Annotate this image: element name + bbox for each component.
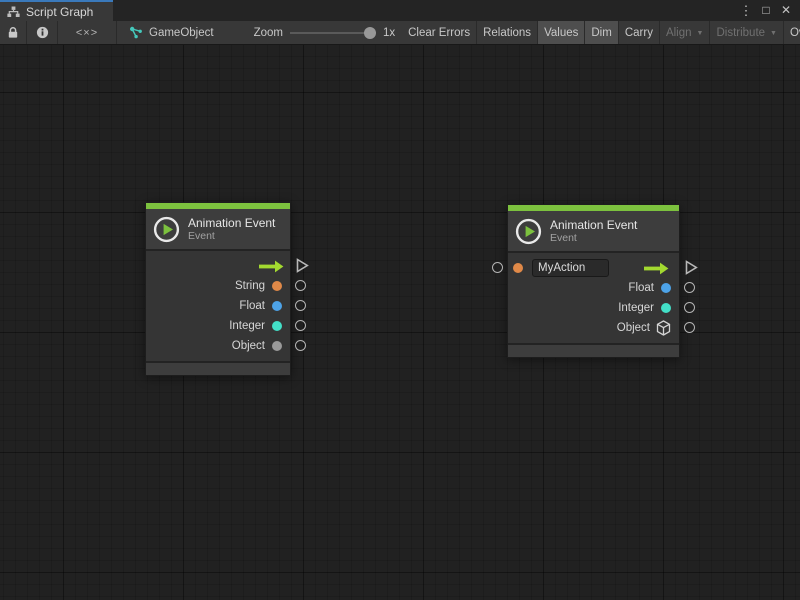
port-label: Integer xyxy=(618,302,654,314)
object-output-port[interactable] xyxy=(295,340,306,351)
float-port-dot xyxy=(661,283,671,293)
tab-strip: Script Graph ⋮ □ ✕ xyxy=(0,0,800,21)
code-view-button[interactable]: <×> xyxy=(58,21,116,44)
lock-button[interactable] xyxy=(0,21,26,44)
node-subtitle: Event xyxy=(550,232,637,244)
integer-port-dot xyxy=(661,303,671,313)
float-output-port[interactable] xyxy=(295,300,306,311)
float-output-port[interactable] xyxy=(684,282,695,293)
graph-canvas[interactable]: Animation Event Event String xyxy=(0,45,800,600)
port-label: Float xyxy=(239,300,265,312)
script-graph-window: Script Graph ⋮ □ ✕ <×> xyxy=(0,0,800,600)
node-footer xyxy=(146,363,290,375)
string-input-dot xyxy=(513,263,523,273)
node-body: String Float Integer Object xyxy=(146,251,290,361)
string-port-dot xyxy=(272,281,282,291)
port-row-object: Object xyxy=(508,318,679,338)
port-row-float: Float xyxy=(146,296,290,316)
cube-icon xyxy=(656,320,671,336)
port-label: Float xyxy=(628,282,654,294)
event-name-input[interactable] xyxy=(532,259,609,277)
string-input-port[interactable] xyxy=(492,262,503,273)
node-animation-event-2[interactable]: Animation Event Event Float xyxy=(507,204,680,358)
window-controls: ⋮ □ ✕ xyxy=(738,0,800,21)
port-row-float: Float xyxy=(508,278,679,298)
carry-toggle[interactable]: Carry xyxy=(619,21,659,44)
zoom-control: Zoom 1x xyxy=(254,21,396,44)
port-label: String xyxy=(235,280,265,292)
relations-button[interactable]: Relations xyxy=(477,21,537,44)
chevron-down-icon: ▼ xyxy=(697,30,704,37)
flow-arrow-icon xyxy=(258,260,284,273)
integer-output-port[interactable] xyxy=(295,320,306,331)
node-footer xyxy=(508,345,679,357)
distribute-label: Distribute xyxy=(716,27,765,39)
maximize-icon[interactable]: □ xyxy=(758,1,774,20)
port-row-integer: Integer xyxy=(146,316,290,336)
zoom-slider[interactable] xyxy=(290,32,376,34)
flow-port-triangle-icon xyxy=(296,258,309,273)
port-label: Object xyxy=(617,322,650,334)
dim-toggle[interactable]: Dim xyxy=(585,21,617,44)
object-port-dot xyxy=(272,341,282,351)
event-name-row xyxy=(508,258,679,278)
node-header[interactable]: Animation Event Event xyxy=(508,211,679,251)
hierarchy-graph-icon xyxy=(7,6,20,18)
node-animation-event-1[interactable]: Animation Event Event String xyxy=(145,202,291,376)
event-play-icon xyxy=(153,216,180,243)
event-play-icon xyxy=(515,218,542,245)
port-label: Object xyxy=(232,340,265,352)
node-body: Float Integer Object xyxy=(508,253,679,343)
flow-port-triangle-icon xyxy=(685,260,698,275)
values-toggle[interactable]: Values xyxy=(538,21,584,44)
node-title: Animation Event xyxy=(188,216,275,230)
lock-icon xyxy=(7,26,19,39)
menu-icon[interactable]: ⋮ xyxy=(738,1,754,20)
flow-output-port[interactable] xyxy=(685,260,698,280)
flow-output-port[interactable] xyxy=(296,258,309,278)
align-label: Align xyxy=(666,27,692,39)
tab-script-graph[interactable]: Script Graph xyxy=(0,0,113,21)
float-port-dot xyxy=(272,301,282,311)
graph-reference[interactable]: GameObject xyxy=(117,21,222,44)
node-header[interactable]: Animation Event Event xyxy=(146,209,290,249)
port-row-object: Object xyxy=(146,336,290,356)
info-button[interactable] xyxy=(27,21,57,44)
integer-output-port[interactable] xyxy=(684,302,695,313)
flow-arrow-icon xyxy=(643,262,669,275)
close-icon[interactable]: ✕ xyxy=(778,1,794,20)
port-label: Integer xyxy=(229,320,265,332)
string-output-port[interactable] xyxy=(295,280,306,291)
node-subtitle: Event xyxy=(188,230,275,242)
clear-errors-button[interactable]: Clear Errors xyxy=(402,21,476,44)
port-row-string: String xyxy=(146,276,290,296)
tab-title: Script Graph xyxy=(26,5,93,19)
zoom-value: 1x xyxy=(383,27,395,39)
node-title: Animation Event xyxy=(550,218,637,232)
overview-button[interactable]: Overview xyxy=(784,21,800,44)
zoom-label: Zoom xyxy=(254,27,283,39)
chevron-down-icon: ▼ xyxy=(770,30,777,37)
info-icon xyxy=(36,26,49,39)
integer-port-dot xyxy=(272,321,282,331)
graph-reference-label: GameObject xyxy=(149,27,214,39)
toolbar-buttons: Clear Errors Relations Values Dim Carry … xyxy=(402,21,800,44)
distribute-dropdown: Distribute ▼ xyxy=(710,21,783,44)
align-dropdown: Align ▼ xyxy=(660,21,710,44)
zoom-slider-handle[interactable] xyxy=(364,27,376,39)
port-row-integer: Integer xyxy=(508,298,679,318)
object-output-port[interactable] xyxy=(684,322,695,333)
graph-toolbar: <×> GameObject Zoom 1x Clear Errors xyxy=(0,21,800,45)
graph-pointer-icon xyxy=(129,26,143,39)
flow-output-row xyxy=(146,256,290,276)
